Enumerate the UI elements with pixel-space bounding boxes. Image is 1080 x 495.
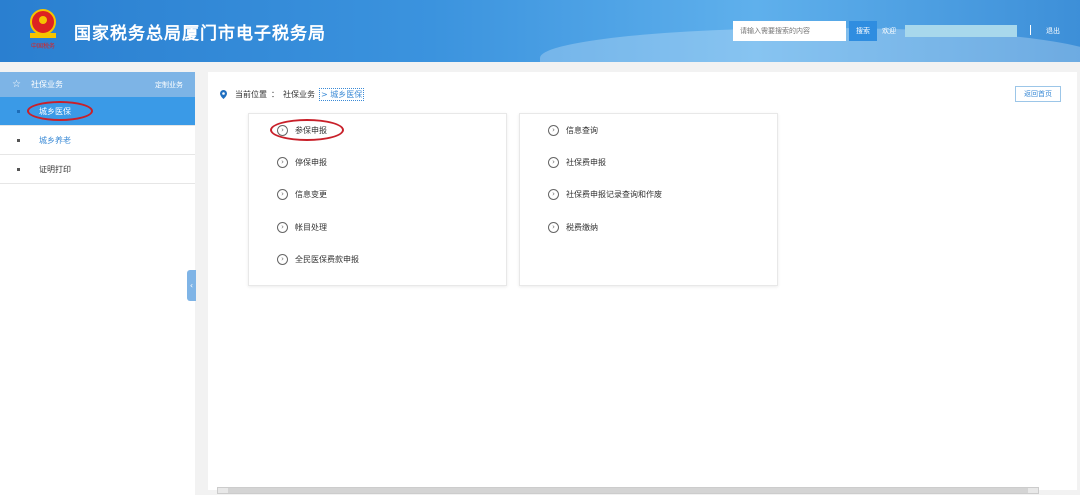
chevron-right-icon: ›	[277, 254, 288, 265]
chevron-right-icon: ›	[548, 157, 559, 168]
site-title: 国家税务总局厦门市电子税务局	[74, 24, 326, 44]
bullet-icon	[17, 167, 20, 171]
chevron-right-icon: ›	[548, 189, 559, 200]
chevron-right-icon: ›	[548, 125, 559, 136]
username-redacted	[905, 25, 1017, 37]
star-icon: ☆	[12, 79, 21, 90]
horizontal-scrollbar[interactable]	[217, 487, 1039, 494]
menu-item-universal-medical-fee[interactable]: › 全民医保费款申报	[277, 254, 359, 265]
svg-text:中国税务: 中国税务	[31, 42, 55, 50]
breadcrumb-current: > 城乡医保	[319, 88, 365, 101]
menu-item-info-change[interactable]: › 信息变更	[277, 189, 327, 200]
section-label: 社保业务	[30, 80, 63, 89]
bullet-icon	[17, 109, 20, 113]
header: 中国税务 国家税务总局厦门市电子税务局 搜索 欢迎 退出	[0, 0, 1080, 62]
tax-emblem-logo: 中国税务	[30, 9, 56, 50]
menu-item-label: 全民医保费款申报	[295, 255, 359, 264]
sidebar-item-label: 证明打印	[39, 164, 71, 174]
menu-item-label: 税费缴纳	[566, 223, 598, 232]
chevron-right-icon: ›	[277, 222, 288, 233]
chevron-right-icon: ›	[548, 222, 559, 233]
menu-item-label: 信息查询	[566, 126, 598, 135]
breadcrumb-label: 当前位置	[235, 90, 267, 99]
menu-item-social-fee-declaration[interactable]: › 社保费申报	[548, 157, 606, 168]
sidebar-section-social-insurance[interactable]: ☆ 社保业务 定制业务	[0, 72, 195, 97]
menu-item-info-query[interactable]: › 信息查询	[548, 125, 598, 136]
menu-item-declaration-records[interactable]: › 社保费申报记录查询和作废	[548, 189, 662, 200]
chevron-right-icon: ›	[277, 189, 288, 200]
sidebar-item-label: 城乡养老	[39, 135, 71, 145]
menu-item-label: 帐目处理	[295, 223, 327, 232]
highlight-oval	[270, 119, 344, 141]
bullet-icon	[17, 138, 20, 142]
menu-item-tax-payment[interactable]: › 税费缴纳	[548, 222, 598, 233]
menu-item-label: 停保申报	[295, 158, 327, 167]
highlight-oval	[27, 101, 93, 121]
menu-item-label: 信息变更	[295, 190, 327, 199]
medical-insurance-menu-right: › 信息查询 › 社保费申报 › 社保费申报记录查询和作废 › 税费缴纳	[519, 113, 778, 286]
return-home-button[interactable]: 返回首页	[1015, 86, 1061, 102]
sidebar: ☆ 社保业务 定制业务 城乡医保 城乡养老 证明打印	[0, 72, 195, 495]
search-input[interactable]	[733, 21, 846, 41]
search-button[interactable]: 搜索	[849, 21, 877, 41]
sidebar-item-urban-rural-pension[interactable]: 城乡养老	[0, 126, 195, 155]
customize-business-link[interactable]: 定制业务	[155, 80, 183, 90]
sidebar-item-certificate-print[interactable]: 证明打印	[0, 155, 195, 184]
breadcrumb-separator: ：	[271, 90, 279, 99]
chevron-right-icon: ›	[277, 157, 288, 168]
collapse-sidebar-button[interactable]: ‹	[187, 270, 196, 301]
breadcrumb: 当前位置 ： 社保业务 > 城乡医保	[220, 88, 365, 101]
welcome-label: 欢迎	[882, 27, 896, 35]
menu-item-account-processing[interactable]: › 帐目处理	[277, 222, 327, 233]
scrollbar-thumb[interactable]	[228, 488, 1028, 493]
logout-link[interactable]: 退出	[1046, 26, 1060, 36]
breadcrumb-parent[interactable]: 社保业务	[283, 89, 315, 100]
menu-item-suspend-declaration[interactable]: › 停保申报	[277, 157, 327, 168]
divider	[1030, 25, 1031, 35]
menu-item-label: 社保费申报	[566, 158, 606, 167]
menu-item-label: 社保费申报记录查询和作废	[566, 190, 662, 199]
location-pin-icon	[220, 90, 227, 99]
